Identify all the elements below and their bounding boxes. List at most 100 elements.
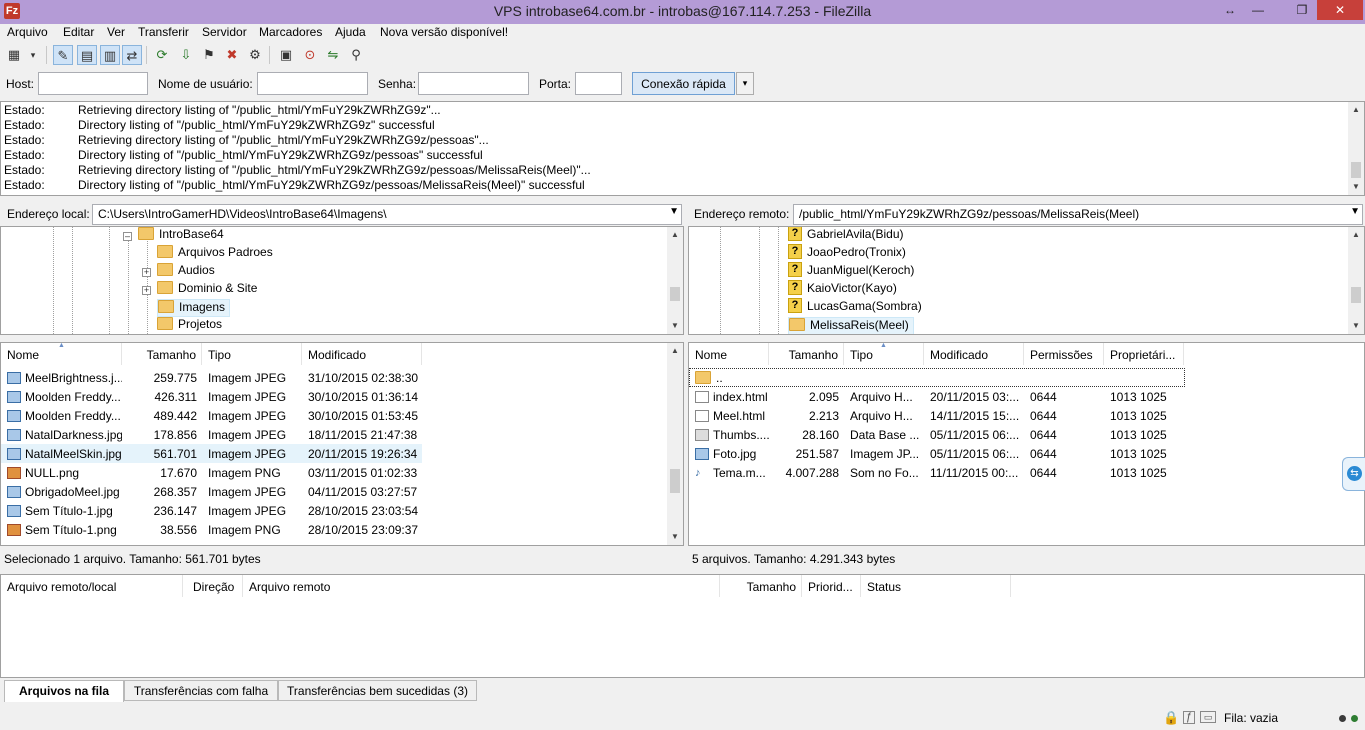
scroll-up-icon[interactable]: ▲ bbox=[1349, 228, 1363, 242]
tree-item-kaiovictor[interactable]: ? KaioVictor(Kayo) bbox=[788, 280, 897, 299]
tab-transferencias-com-falha[interactable]: Transferências com falha bbox=[124, 680, 278, 701]
scrollbar-thumb[interactable] bbox=[1351, 162, 1361, 178]
tree-item-dominio-site[interactable]: Dominio & Site bbox=[157, 281, 257, 299]
close-button[interactable]: ✕ bbox=[1317, 0, 1363, 20]
tree-item-introbase64[interactable]: IntroBase64 bbox=[138, 227, 224, 245]
password-input[interactable] bbox=[418, 72, 529, 95]
local-list-scrollbar[interactable]: ▲ ▼ bbox=[667, 343, 683, 545]
menu-editar[interactable]: Editar bbox=[63, 25, 94, 39]
scroll-up-icon[interactable]: ▲ bbox=[1349, 103, 1363, 117]
scroll-down-icon[interactable]: ▼ bbox=[1349, 319, 1363, 333]
minimize-button[interactable]: — bbox=[1247, 0, 1269, 20]
col-header-nome[interactable]: Nome ▲ bbox=[1, 343, 122, 365]
port-input[interactable] bbox=[575, 72, 622, 95]
tree-item-gabrielavila[interactable]: ? GabrielAvila(Bidu) bbox=[788, 227, 904, 245]
tree-item-audios[interactable]: Audios bbox=[157, 263, 215, 281]
scrollbar-thumb[interactable] bbox=[1351, 287, 1361, 303]
host-input[interactable] bbox=[38, 72, 148, 95]
menu-ver[interactable]: Ver bbox=[107, 25, 125, 39]
table-row[interactable]: Foto.jpg 251.587 Imagem JP... 05/11/2015… bbox=[689, 444, 1185, 463]
compare-icon[interactable]: ⊙ bbox=[300, 45, 320, 65]
scroll-down-icon[interactable]: ▼ bbox=[668, 530, 682, 544]
col-header-permissoes[interactable]: Permissões bbox=[1024, 343, 1104, 365]
expand-icon[interactable]: + bbox=[142, 268, 151, 277]
scroll-down-icon[interactable]: ▼ bbox=[668, 319, 682, 333]
col-header-direcao[interactable]: Direção bbox=[187, 575, 243, 597]
scroll-down-icon[interactable]: ▼ bbox=[1349, 180, 1363, 194]
col-header-arquivo-remoto-local[interactable]: Arquivo remoto/local bbox=[1, 575, 183, 597]
log-scrollbar[interactable]: ▲ ▼ bbox=[1348, 102, 1364, 195]
collapse-icon[interactable]: – bbox=[123, 232, 132, 241]
parent-directory-row[interactable]: .. bbox=[689, 368, 1185, 387]
table-row[interactable]: Meel.html 2.213 Arquivo H... 14/11/2015 … bbox=[689, 406, 1185, 425]
menu-arquivo[interactable]: Arquivo bbox=[7, 25, 48, 39]
col-header-modificado[interactable]: Modificado bbox=[302, 343, 422, 365]
menu-ajuda[interactable]: Ajuda bbox=[335, 25, 366, 39]
col-header-prioridade[interactable]: Priorid... bbox=[802, 575, 861, 597]
col-header-tamanho[interactable]: Tamanho bbox=[122, 343, 202, 365]
menu-marcadores[interactable]: Marcadores bbox=[259, 25, 322, 39]
refresh-icon[interactable]: ⟳ bbox=[152, 45, 172, 65]
menu-transferir[interactable]: Transferir bbox=[138, 25, 189, 39]
quickconnect-button[interactable]: Conexão rápida bbox=[632, 72, 735, 95]
menu-servidor[interactable]: Servidor bbox=[202, 25, 247, 39]
process-queue-icon[interactable]: ⇩ bbox=[176, 45, 196, 65]
tree-item-melissareis[interactable]: MelissaReis(Meel) bbox=[788, 317, 914, 334]
side-helper-widget[interactable]: ⇆ bbox=[1342, 457, 1365, 491]
tree-item-lucasgama[interactable]: ? LucasGama(Sombra) bbox=[788, 298, 922, 317]
maximize-button[interactable]: ❐ bbox=[1291, 0, 1313, 20]
local-address-input[interactable]: C:\Users\IntroGamerHD\Videos\IntroBase64… bbox=[92, 204, 682, 225]
table-row[interactable]: MeelBrightness.j... 259.775 Imagem JPEG … bbox=[1, 368, 422, 387]
tree-item-imagens[interactable]: Imagens bbox=[157, 299, 231, 317]
tree-item-juanmiguel[interactable]: ? JuanMiguel(Keroch) bbox=[788, 262, 914, 281]
scrollbar-thumb[interactable] bbox=[670, 469, 680, 493]
expand-icon[interactable]: + bbox=[142, 286, 151, 295]
quickconnect-history-dropdown[interactable]: ▾ bbox=[736, 72, 754, 95]
col-header-modificado[interactable]: Modificado bbox=[924, 343, 1024, 365]
tab-arquivos-na-fila[interactable]: Arquivos na fila bbox=[4, 680, 124, 702]
tree-item-joaopedro[interactable]: ? JoaoPedro(Tronix) bbox=[788, 244, 906, 263]
col-header-tamanho[interactable]: Tamanho bbox=[720, 575, 802, 597]
dropdown-icon[interactable]: ▾ bbox=[26, 45, 40, 65]
remote-address-input[interactable]: /public_html/YmFuY29kZWRhZG9z/pessoas/Me… bbox=[793, 204, 1363, 225]
table-row[interactable]: Sem Título-1.png 38.556 Imagem PNG 28/10… bbox=[1, 520, 422, 539]
table-row[interactable]: index.html 2.095 Arquivo H... 20/11/2015… bbox=[689, 387, 1185, 406]
cancel-icon[interactable]: ✖ bbox=[222, 45, 242, 65]
table-row[interactable]: Moolden Freddy... 426.311 Imagem JPEG 30… bbox=[1, 387, 422, 406]
col-header-proprietario[interactable]: Proprietári... bbox=[1104, 343, 1184, 365]
table-row-selected[interactable]: NatalMeelSkin.jpg 561.701 Imagem JPEG 20… bbox=[1, 444, 422, 463]
sync-browse-icon[interactable]: ⇋ bbox=[323, 45, 343, 65]
col-header-status[interactable]: Status bbox=[861, 575, 1011, 597]
scroll-up-icon[interactable]: ▲ bbox=[668, 344, 682, 358]
toggle-log-icon[interactable]: ✎ bbox=[53, 45, 73, 65]
col-header-tipo[interactable]: Tipo bbox=[202, 343, 302, 365]
toggle-remote-tree-icon[interactable]: ▥ bbox=[100, 45, 120, 65]
tree-item-projetos[interactable]: Projetos bbox=[157, 317, 222, 334]
toggle-local-tree-icon[interactable]: ▤ bbox=[77, 45, 97, 65]
scroll-up-icon[interactable]: ▲ bbox=[668, 228, 682, 242]
tab-transferencias-bem-sucedidas[interactable]: Transferências bem sucedidas (3) bbox=[278, 680, 477, 701]
table-row[interactable]: Thumbs.... 28.160 Data Base ... 05/11/20… bbox=[689, 425, 1185, 444]
table-row[interactable]: NULL.png 17.670 Imagem PNG 03/11/2015 01… bbox=[1, 463, 422, 482]
table-row[interactable]: ♪ Tema.m... 4.007.288 Som no Fo... 11/11/… bbox=[689, 463, 1185, 482]
username-input[interactable] bbox=[257, 72, 368, 95]
resize-icon[interactable]: ↔ bbox=[1219, 0, 1241, 20]
col-header-arquivo-remoto[interactable]: Arquivo remoto bbox=[243, 575, 720, 597]
table-row[interactable]: ObrigadoMeel.jpg 268.357 Imagem JPEG 04/… bbox=[1, 482, 422, 501]
table-row[interactable]: Sem Título-1.jpg 236.147 Imagem JPEG 28/… bbox=[1, 501, 422, 520]
scrollbar-thumb[interactable] bbox=[670, 287, 680, 301]
disconnect-icon[interactable]: ⚑ bbox=[199, 45, 219, 65]
col-header-tipo[interactable]: Tipo ▲ bbox=[844, 343, 924, 365]
menu-new-version[interactable]: Nova versão disponível! bbox=[380, 25, 508, 39]
col-header-tamanho[interactable]: Tamanho bbox=[769, 343, 844, 365]
chevron-down-icon[interactable]: ▼ bbox=[1350, 206, 1360, 217]
remote-tree-scrollbar[interactable]: ▲ ▼ bbox=[1348, 227, 1364, 334]
filter-icon[interactable]: ▣ bbox=[276, 45, 296, 65]
table-row[interactable]: NatalDarkness.jpg 178.856 Imagem JPEG 18… bbox=[1, 425, 422, 444]
chevron-down-icon[interactable]: ▼ bbox=[669, 206, 679, 217]
col-header-nome[interactable]: Nome bbox=[689, 343, 769, 365]
search-icon[interactable]: ⚲ bbox=[346, 45, 366, 65]
toggle-queue-icon[interactable]: ⇄ bbox=[122, 45, 142, 65]
tree-item-arquivos-padroes[interactable]: Arquivos Padroes bbox=[157, 245, 273, 263]
local-tree-scrollbar[interactable]: ▲ ▼ bbox=[667, 227, 683, 334]
